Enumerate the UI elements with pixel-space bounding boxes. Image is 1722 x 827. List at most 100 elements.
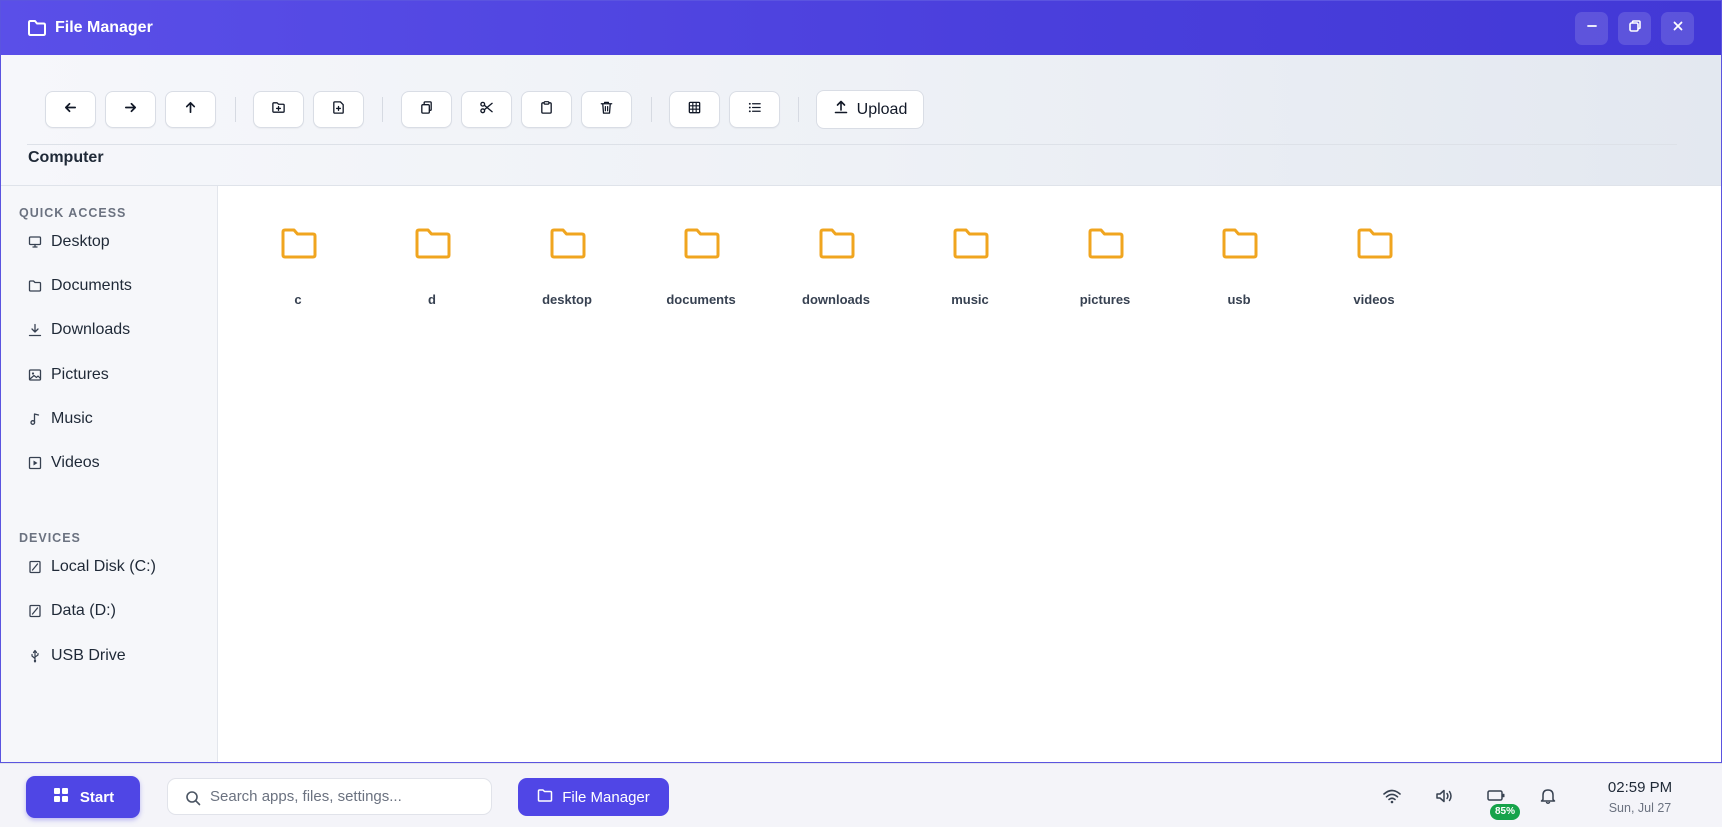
- back-button[interactable]: [45, 91, 96, 128]
- toolbar-separator: [798, 97, 799, 122]
- drive-icon: [28, 604, 42, 618]
- folder-icon: [28, 279, 42, 293]
- sidebar-item-local-disk-c[interactable]: Local Disk (C:): [1, 549, 217, 585]
- up-button[interactable]: [165, 91, 216, 128]
- folder-item-c[interactable]: c: [243, 226, 353, 316]
- sidebar-item-label: Local Disk (C:): [51, 558, 156, 575]
- upload-icon: [833, 99, 849, 120]
- sidebar-item-label: USB Drive: [51, 647, 126, 664]
- close-button[interactable]: [1661, 12, 1694, 45]
- delete-button[interactable]: [581, 91, 632, 128]
- folder-item-videos[interactable]: videos: [1319, 226, 1429, 316]
- taskbar: Start File Manager 85% 02:59 PM Sun, Jul…: [0, 763, 1722, 827]
- delete-icon: [599, 100, 614, 120]
- forward-button[interactable]: [105, 91, 156, 128]
- start-label: Start: [79, 788, 115, 806]
- folder-label: pictures: [1079, 292, 1131, 307]
- drive-icon: [28, 560, 42, 574]
- toolbar-separator: [651, 97, 652, 122]
- folder-icon: [549, 226, 587, 260]
- folder-icon: [683, 226, 721, 260]
- folder-icon: [280, 226, 318, 260]
- toolbar: Upload Computer: [1, 55, 1721, 186]
- sidebar-item-desktop[interactable]: Desktop: [1, 224, 217, 260]
- taskbar-app-label: File Manager: [562, 788, 650, 806]
- minimize-icon: [1585, 19, 1599, 38]
- sidebar-item-label: Videos: [51, 454, 100, 471]
- new-folder-icon: [271, 100, 286, 120]
- sidebar: QUICK ACCESS Desktop Documents Downloads…: [1, 186, 218, 762]
- devices-heading: DEVICES: [19, 531, 81, 545]
- new-file-icon: [331, 100, 346, 120]
- taskbar-app-file-manager[interactable]: File Manager: [518, 778, 669, 816]
- forward-arrow-icon: [123, 100, 138, 120]
- video-icon: [28, 456, 42, 470]
- copy-icon: [419, 100, 434, 120]
- window-title: File Manager: [55, 19, 153, 36]
- grid-view-button[interactable]: [669, 91, 720, 128]
- sidebar-item-documents[interactable]: Documents: [1, 268, 217, 304]
- restore-button[interactable]: [1618, 12, 1651, 45]
- sidebar-item-pictures[interactable]: Pictures: [1, 357, 217, 393]
- paste-button[interactable]: [521, 91, 572, 128]
- folder-item-downloads[interactable]: downloads: [781, 226, 891, 316]
- file-grid: c d desktop documents downloads music pi…: [218, 186, 1721, 762]
- restore-icon: [1628, 19, 1642, 38]
- quick-access-heading: QUICK ACCESS: [19, 206, 127, 220]
- sidebar-item-label: Data (D:): [51, 602, 116, 619]
- usb-icon: [28, 649, 42, 663]
- sidebar-item-label: Desktop: [51, 233, 110, 250]
- folder-icon: [414, 226, 452, 260]
- list-view-icon: [747, 100, 762, 120]
- wifi-icon[interactable]: [1382, 787, 1402, 805]
- sidebar-item-label: Documents: [51, 277, 132, 294]
- folder-item-desktop[interactable]: desktop: [512, 226, 622, 316]
- folder-icon: [27, 19, 47, 37]
- folder-icon: [1087, 226, 1125, 260]
- sidebar-item-data-d[interactable]: Data (D:): [1, 593, 217, 629]
- path-divider: [27, 144, 1677, 145]
- volume-icon[interactable]: [1434, 787, 1454, 805]
- upload-label: Upload: [856, 100, 908, 118]
- breadcrumb: Computer: [28, 149, 104, 166]
- file-manager-window: File Manager Upload Computer QUICK ACCES…: [0, 0, 1722, 763]
- sidebar-item-usb-drive[interactable]: USB Drive: [1, 638, 217, 674]
- title-bar[interactable]: File Manager: [1, 1, 1721, 55]
- list-view-button[interactable]: [729, 91, 780, 128]
- new-file-button[interactable]: [313, 91, 364, 128]
- start-button[interactable]: Start: [26, 776, 140, 818]
- copy-button[interactable]: [401, 91, 452, 128]
- bell-icon[interactable]: [1538, 787, 1558, 805]
- folder-item-pictures[interactable]: pictures: [1050, 226, 1160, 316]
- cut-icon: [479, 100, 494, 120]
- upload-button[interactable]: Upload: [816, 90, 924, 129]
- cut-button[interactable]: [461, 91, 512, 128]
- folder-label: documents: [666, 292, 736, 307]
- folder-item-usb[interactable]: usb: [1184, 226, 1294, 316]
- sidebar-item-label: Pictures: [51, 366, 109, 383]
- back-arrow-icon: [63, 100, 78, 120]
- folder-item-documents[interactable]: documents: [646, 226, 756, 316]
- folder-icon: [537, 788, 553, 807]
- monitor-icon: [28, 235, 42, 249]
- grid-view-icon: [687, 100, 702, 120]
- folder-label: usb: [1227, 292, 1251, 307]
- taskbar-search[interactable]: [167, 778, 492, 815]
- sidebar-item-music[interactable]: Music: [1, 401, 217, 437]
- new-folder-button[interactable]: [253, 91, 304, 128]
- folder-item-d[interactable]: d: [377, 226, 487, 316]
- folder-label: desktop: [542, 292, 592, 307]
- clock-time[interactable]: 02:59 PM: [1600, 779, 1680, 796]
- battery-icon[interactable]: [1486, 787, 1506, 805]
- folder-item-music[interactable]: music: [915, 226, 1025, 316]
- sidebar-item-label: Music: [51, 410, 93, 427]
- sidebar-item-label: Downloads: [51, 321, 131, 338]
- close-icon: [1671, 19, 1685, 38]
- minimize-button[interactable]: [1575, 12, 1608, 45]
- sidebar-item-downloads[interactable]: Downloads: [1, 312, 217, 348]
- search-input[interactable]: [210, 779, 485, 814]
- folder-label: d: [428, 292, 436, 307]
- windows-grid-icon: [52, 786, 70, 808]
- folder-icon: [952, 226, 990, 260]
- sidebar-item-videos[interactable]: Videos: [1, 445, 217, 481]
